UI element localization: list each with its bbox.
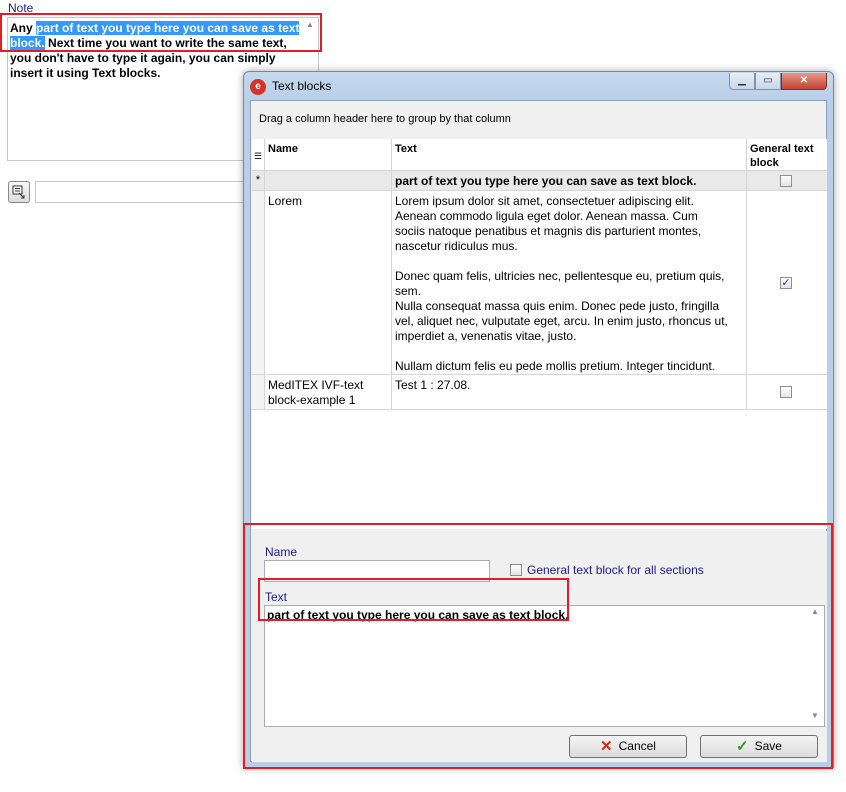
row-general-cell[interactable]: ✓ (747, 191, 827, 375)
new-row-indicator: * (252, 171, 265, 191)
text-line: Donec quam felis, ultricies nec, pellent… (395, 269, 725, 283)
text-block-icon (12, 185, 25, 199)
dialog-title: Text blocks (272, 79, 332, 93)
row-name-cell[interactable]: Lorem (265, 191, 392, 375)
app-logo-icon: e (250, 79, 266, 95)
text-line: imperdiet a, venenatis vitae, justo. (395, 329, 577, 343)
close-button[interactable]: ✕ (781, 73, 827, 90)
text-line-blank (395, 254, 743, 269)
text-line: Nulla consequat massa quis enim. Donec p… (395, 299, 720, 313)
text-line: Aenean commodo ligula eget dolor. Aenean… (395, 209, 698, 223)
text-line: sociis natoque penatibus et magnis dis p… (395, 224, 702, 238)
annotation-highlight-editor (243, 523, 833, 769)
text-line: Nullam dictum felis eu pede mollis preti… (395, 359, 716, 373)
row-text-cell[interactable]: Test 1 : 27.08. (392, 375, 747, 410)
column-header-name[interactable]: Name (265, 139, 392, 171)
row-general-checkbox[interactable]: ✓ (780, 277, 792, 289)
name-line: block-example 1 (268, 393, 356, 407)
column-chooser-icon: ☰ (254, 151, 263, 161)
close-icon: ✕ (799, 75, 809, 86)
text-line: sem. (395, 284, 422, 298)
maximize-icon: ▭ (763, 75, 773, 86)
column-header-general[interactable]: General text block (747, 139, 827, 171)
group-by-hint: Drag a column header here to group by th… (259, 113, 511, 125)
text-line: nascetur ridiculus mus. (395, 239, 518, 253)
column-header-text[interactable]: Text (392, 139, 747, 171)
minimize-button[interactable]: ▁ (729, 73, 755, 90)
new-row-name-cell[interactable] (265, 171, 392, 191)
name-line: MedITEX IVF-text (268, 378, 364, 392)
text-blocks-grid: ☰ Name Text General text block * part of… (252, 139, 827, 529)
text-line: Lorem ipsum dolor sit amet, consectetuer… (395, 194, 694, 208)
text-line-blank (395, 344, 743, 359)
row-text-cell[interactable]: Lorem ipsum dolor sit amet, consectetuer… (392, 191, 747, 375)
background-input[interactable] (35, 181, 250, 203)
annotation-highlight-text (258, 578, 569, 621)
text-line: vel, aliquet nec, vulputate eget, arcu. … (395, 314, 728, 328)
row-general-checkbox[interactable] (780, 386, 792, 398)
row-indicator (252, 191, 265, 375)
minimize-icon: ▁ (738, 75, 746, 86)
new-row-general-checkbox[interactable] (780, 175, 792, 187)
row-general-cell[interactable] (747, 375, 827, 410)
annotation-highlight-note (0, 13, 322, 52)
maximize-button[interactable]: ▭ (755, 73, 781, 90)
new-row-general-cell[interactable] (747, 171, 827, 191)
column-chooser[interactable]: ☰ (252, 139, 265, 171)
row-name-cell[interactable]: MedITEX IVF-text block-example 1 (265, 375, 392, 410)
row-indicator (252, 375, 265, 410)
text-blocks-button[interactable] (8, 181, 30, 203)
new-row-text-cell[interactable]: part of text you type here you can save … (392, 171, 747, 191)
checkmark-icon: ✓ (781, 277, 791, 289)
